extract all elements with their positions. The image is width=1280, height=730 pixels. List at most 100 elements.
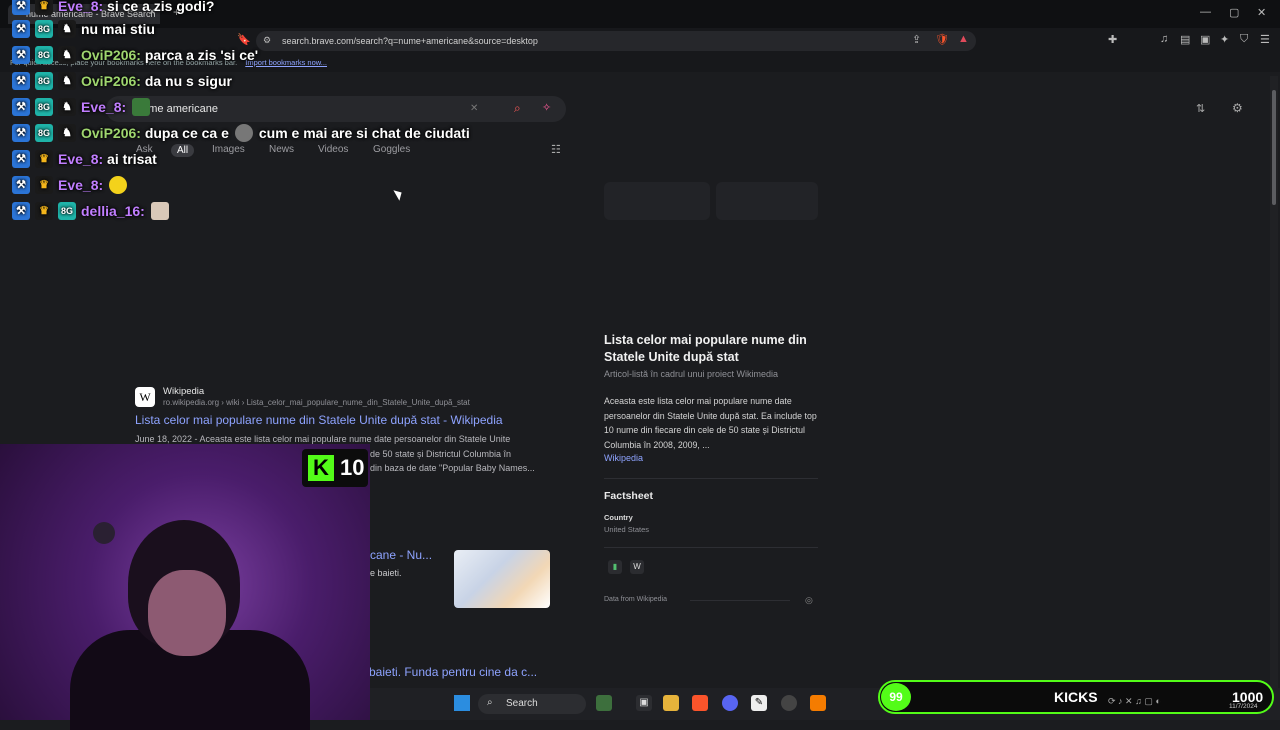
infobox-description: Aceasta este lista celor mai populare nu…: [604, 396, 817, 450]
taskbar-search[interactable]: Search: [478, 694, 586, 714]
infobox-source-link[interactable]: Wikipedia: [604, 453, 643, 463]
layout-toggle-icon[interactable]: ⇅: [1196, 102, 1205, 115]
wallet-icon[interactable]: ▣: [1200, 33, 1210, 46]
sub-badge-icon: 8G: [58, 202, 76, 220]
chat-username[interactable]: Eve_8:: [58, 174, 103, 196]
scrollbar-thumb[interactable]: [1272, 90, 1276, 205]
brave-browser-icon[interactable]: [692, 695, 708, 711]
wikidata-icon[interactable]: ▮: [608, 560, 622, 574]
crown-badge-icon: ♛: [35, 0, 53, 15]
windows-start-icon[interactable]: [454, 695, 470, 711]
moderator-badge-icon: ⚒: [12, 20, 30, 38]
knight-badge-icon: ♞: [58, 46, 76, 64]
chat-message: ⚒ ♛ Eve_8:: [12, 174, 133, 196]
chat-username[interactable]: Eve_8:: [81, 96, 126, 118]
leo-icon[interactable]: ✦: [1220, 33, 1229, 46]
menu-icon[interactable]: ☰: [1260, 33, 1270, 46]
feedback-icon[interactable]: ◎: [805, 595, 813, 606]
chat-username[interactable]: OviP206:: [81, 44, 141, 66]
discord-icon[interactable]: [722, 695, 738, 711]
kicks-count: 99: [881, 683, 911, 711]
wikipedia-icon[interactable]: W: [630, 560, 644, 574]
obs-icon[interactable]: [781, 695, 797, 711]
cat-emote-icon: [150, 202, 169, 220]
chat-message: ⚒ 8G ♞ OviP206: parca a zis 'si ce': [12, 44, 258, 66]
task-view-icon[interactable]: ▣: [636, 695, 652, 711]
country-value: United States: [604, 525, 650, 534]
moderator-badge-icon: ⚒: [12, 202, 30, 220]
file-explorer-icon[interactable]: [663, 695, 679, 711]
tab-goggles[interactable]: Goggles: [373, 144, 410, 155]
tab-videos[interactable]: Videos: [318, 144, 348, 155]
knight-badge-icon: ♞: [58, 72, 76, 90]
kicks-label: KICKS: [1054, 689, 1098, 705]
knight-badge-icon: ♞: [58, 124, 76, 142]
brave-shields-icon[interactable]: 🛡: [935, 33, 949, 46]
media-icon[interactable]: ♫: [1160, 33, 1168, 45]
ask-ai-icon[interactable]: ✧: [542, 101, 551, 114]
chat-username[interactable]: OviP206:: [81, 122, 141, 144]
vpn-icon[interactable]: ⛉: [1240, 33, 1248, 46]
result-thumbnail[interactable]: [454, 550, 550, 608]
moderator-badge-icon: ⚒: [12, 0, 30, 15]
chat-text: parca a zis 'si ce': [144, 47, 259, 63]
share-icon[interactable]: ⇪: [912, 33, 921, 46]
divider: [604, 547, 818, 548]
clear-search-icon[interactable]: ✕: [470, 103, 478, 114]
result-title[interactable]: cane - Nu...: [370, 548, 432, 562]
search-input[interactable]: nume americane: [106, 96, 566, 122]
tab-images[interactable]: Images: [212, 144, 245, 155]
sub-badge-icon: 8G: [35, 46, 53, 64]
filter-icon[interactable]: ☷: [551, 143, 561, 156]
crown-badge-icon: ♛: [35, 176, 53, 194]
chat-text: cum e mai are si chat de ciudati: [258, 125, 470, 141]
maximize-icon[interactable]: ▢: [1229, 6, 1239, 19]
chat-username[interactable]: dellia_16:: [81, 200, 145, 222]
loading-card: [604, 182, 710, 220]
settings-gear-icon[interactable]: ⚙: [1232, 101, 1243, 115]
result-url[interactable]: ro.wikipedia.org › wiki › Lista_celor_ma…: [163, 398, 470, 407]
lab-app-icon[interactable]: [596, 695, 612, 711]
chat-text: nu mai stiu: [81, 21, 155, 37]
chat-text: si ce a zis godi?: [107, 0, 215, 14]
chat-text: ai trisat: [107, 151, 157, 167]
chat-username[interactable]: Eve_8:: [58, 148, 103, 170]
country-label: Country: [604, 513, 633, 522]
chat-message: ⚒ ♛ Eve_8: ai trisat: [12, 148, 157, 170]
emote-icon: [132, 98, 151, 116]
chat-username[interactable]: Eve_8:: [58, 0, 103, 17]
result-title[interactable]: baieti. Funda pentru cine da c...: [369, 665, 537, 679]
factsheet-heading: Factsheet: [604, 490, 654, 502]
search-icon[interactable]: ⌕: [514, 101, 521, 116]
crown-badge-icon: ♛: [35, 202, 53, 220]
loading-card: [716, 182, 818, 220]
tab-all[interactable]: All: [171, 144, 195, 157]
minimize-icon[interactable]: —: [1200, 6, 1211, 18]
app-icon[interactable]: ✎: [751, 695, 767, 711]
tab-news[interactable]: News: [269, 144, 294, 155]
result-title[interactable]: Lista celor mai populare nume din Statel…: [135, 413, 503, 427]
clock-date: 11/7/2024: [1229, 703, 1258, 710]
sub-badge-icon: 8G: [35, 124, 53, 142]
extensions-icon[interactable]: ✚: [1108, 33, 1117, 46]
result-site-name[interactable]: Wikipedia: [163, 386, 204, 397]
moderator-badge-icon: ⚒: [12, 98, 30, 116]
result-snippet: e baieti.: [370, 568, 402, 578]
system-tray-icons[interactable]: ⟳ ♪ ✕ ♫ ▢ ◐: [1108, 696, 1161, 707]
sub-badge-icon: 8G: [35, 98, 53, 116]
infobox-title[interactable]: Lista celor mai populare nume din Statel…: [604, 332, 814, 366]
chat-text: da nu s sigur: [144, 73, 232, 89]
brave-rewards-icon[interactable]: ▲: [958, 33, 969, 45]
chat-message: ⚒ 8G ♞ OviP206: da nu s sigur: [12, 70, 232, 92]
sub-badge-icon: 8G: [35, 72, 53, 90]
sidebar-icon[interactable]: ▤: [1180, 33, 1190, 46]
moderator-badge-icon: ⚒: [12, 124, 30, 142]
address-bar[interactable]: search.brave.com/search?q=nume+americane…: [256, 31, 976, 51]
close-window-icon[interactable]: ✕: [1257, 6, 1266, 19]
chat-message: ⚒ ♛ Eve_8: si ce a zis godi?: [12, 0, 214, 17]
skull-emote-icon: [234, 124, 253, 142]
kick-logo-icon: K: [308, 455, 334, 481]
chat-username[interactable]: OviP206:: [81, 70, 141, 92]
app-icon[interactable]: [810, 695, 826, 711]
site-info-icon[interactable]: ⚙: [263, 35, 271, 46]
